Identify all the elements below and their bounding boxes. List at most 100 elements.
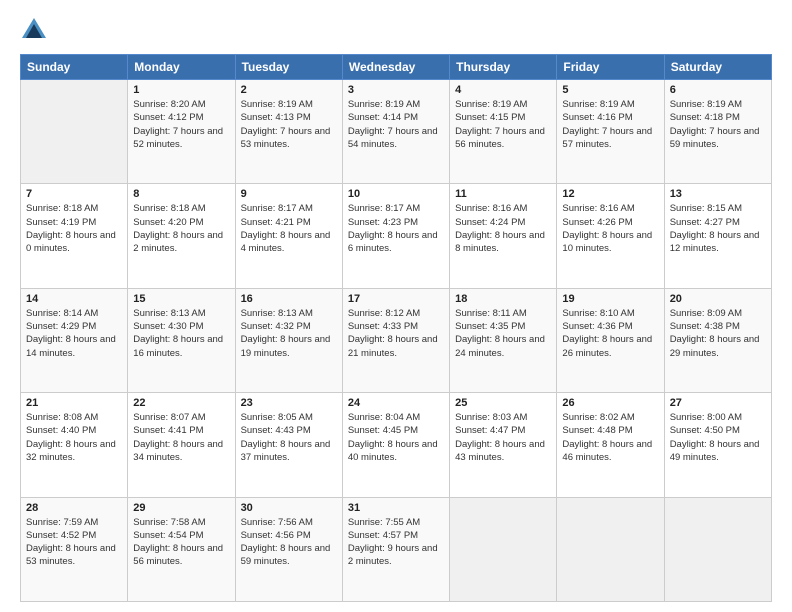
cell-info: Sunrise: 8:12 AM Sunset: 4:33 PM Dayligh… xyxy=(348,307,444,360)
sunset-text: Sunset: 4:41 PM xyxy=(133,424,229,437)
day-number: 26 xyxy=(562,397,658,409)
cell-info: Sunrise: 8:05 AM Sunset: 4:43 PM Dayligh… xyxy=(241,411,337,464)
cell-info: Sunrise: 7:59 AM Sunset: 4:52 PM Dayligh… xyxy=(26,516,122,569)
calendar-cell: 28 Sunrise: 7:59 AM Sunset: 4:52 PM Dayl… xyxy=(21,497,128,601)
cell-info: Sunrise: 8:00 AM Sunset: 4:50 PM Dayligh… xyxy=(670,411,766,464)
daylight-text: Daylight: 8 hours and 24 minutes. xyxy=(455,333,551,360)
sunset-text: Sunset: 4:32 PM xyxy=(241,320,337,333)
day-number: 3 xyxy=(348,84,444,96)
calendar-cell: 4 Sunrise: 8:19 AM Sunset: 4:15 PM Dayli… xyxy=(450,80,557,184)
sunset-text: Sunset: 4:47 PM xyxy=(455,424,551,437)
daylight-text: Daylight: 8 hours and 10 minutes. xyxy=(562,229,658,256)
sunrise-text: Sunrise: 8:15 AM xyxy=(670,202,766,215)
cell-info: Sunrise: 7:58 AM Sunset: 4:54 PM Dayligh… xyxy=(133,516,229,569)
calendar-week-3: 14 Sunrise: 8:14 AM Sunset: 4:29 PM Dayl… xyxy=(21,288,772,392)
day-number: 10 xyxy=(348,188,444,200)
cell-info: Sunrise: 8:16 AM Sunset: 4:24 PM Dayligh… xyxy=(455,202,551,255)
day-number: 24 xyxy=(348,397,444,409)
daylight-text: Daylight: 8 hours and 4 minutes. xyxy=(241,229,337,256)
day-number: 20 xyxy=(670,293,766,305)
sunrise-text: Sunrise: 8:13 AM xyxy=(241,307,337,320)
cell-info: Sunrise: 8:19 AM Sunset: 4:16 PM Dayligh… xyxy=(562,98,658,151)
calendar-cell: 12 Sunrise: 8:16 AM Sunset: 4:26 PM Dayl… xyxy=(557,184,664,288)
day-header-monday: Monday xyxy=(128,55,235,80)
sunrise-text: Sunrise: 8:00 AM xyxy=(670,411,766,424)
sunset-text: Sunset: 4:14 PM xyxy=(348,111,444,124)
sunset-text: Sunset: 4:57 PM xyxy=(348,529,444,542)
daylight-text: Daylight: 8 hours and 8 minutes. xyxy=(455,229,551,256)
calendar-cell: 27 Sunrise: 8:00 AM Sunset: 4:50 PM Dayl… xyxy=(664,393,771,497)
day-number: 12 xyxy=(562,188,658,200)
calendar-cell: 19 Sunrise: 8:10 AM Sunset: 4:36 PM Dayl… xyxy=(557,288,664,392)
cell-info: Sunrise: 8:08 AM Sunset: 4:40 PM Dayligh… xyxy=(26,411,122,464)
day-header-tuesday: Tuesday xyxy=(235,55,342,80)
day-number: 28 xyxy=(26,502,122,514)
daylight-text: Daylight: 8 hours and 0 minutes. xyxy=(26,229,122,256)
day-number: 16 xyxy=(241,293,337,305)
sunset-text: Sunset: 4:23 PM xyxy=(348,216,444,229)
daylight-text: Daylight: 7 hours and 56 minutes. xyxy=(455,125,551,152)
sunset-text: Sunset: 4:13 PM xyxy=(241,111,337,124)
calendar-cell: 29 Sunrise: 7:58 AM Sunset: 4:54 PM Dayl… xyxy=(128,497,235,601)
daylight-text: Daylight: 8 hours and 12 minutes. xyxy=(670,229,766,256)
calendar-cell: 8 Sunrise: 8:18 AM Sunset: 4:20 PM Dayli… xyxy=(128,184,235,288)
sunrise-text: Sunrise: 7:59 AM xyxy=(26,516,122,529)
sunrise-text: Sunrise: 8:16 AM xyxy=(562,202,658,215)
daylight-text: Daylight: 8 hours and 6 minutes. xyxy=(348,229,444,256)
sunrise-text: Sunrise: 8:19 AM xyxy=(241,98,337,111)
day-number: 9 xyxy=(241,188,337,200)
calendar-cell: 10 Sunrise: 8:17 AM Sunset: 4:23 PM Dayl… xyxy=(342,184,449,288)
day-header-friday: Friday xyxy=(557,55,664,80)
sunset-text: Sunset: 4:54 PM xyxy=(133,529,229,542)
day-number: 7 xyxy=(26,188,122,200)
daylight-text: Daylight: 8 hours and 49 minutes. xyxy=(670,438,766,465)
sunrise-text: Sunrise: 8:16 AM xyxy=(455,202,551,215)
daylight-text: Daylight: 8 hours and 26 minutes. xyxy=(562,333,658,360)
cell-info: Sunrise: 8:10 AM Sunset: 4:36 PM Dayligh… xyxy=(562,307,658,360)
daylight-text: Daylight: 8 hours and 32 minutes. xyxy=(26,438,122,465)
daylight-text: Daylight: 8 hours and 34 minutes. xyxy=(133,438,229,465)
sunset-text: Sunset: 4:26 PM xyxy=(562,216,658,229)
day-number: 4 xyxy=(455,84,551,96)
sunset-text: Sunset: 4:36 PM xyxy=(562,320,658,333)
cell-info: Sunrise: 8:17 AM Sunset: 4:21 PM Dayligh… xyxy=(241,202,337,255)
cell-info: Sunrise: 8:11 AM Sunset: 4:35 PM Dayligh… xyxy=(455,307,551,360)
calendar-table: SundayMondayTuesdayWednesdayThursdayFrid… xyxy=(20,54,772,602)
sunrise-text: Sunrise: 8:05 AM xyxy=(241,411,337,424)
sunrise-text: Sunrise: 8:19 AM xyxy=(348,98,444,111)
sunrise-text: Sunrise: 8:07 AM xyxy=(133,411,229,424)
sunrise-text: Sunrise: 7:58 AM xyxy=(133,516,229,529)
daylight-text: Daylight: 8 hours and 53 minutes. xyxy=(26,542,122,569)
sunset-text: Sunset: 4:20 PM xyxy=(133,216,229,229)
sunrise-text: Sunrise: 8:18 AM xyxy=(26,202,122,215)
cell-info: Sunrise: 8:04 AM Sunset: 4:45 PM Dayligh… xyxy=(348,411,444,464)
calendar-cell: 1 Sunrise: 8:20 AM Sunset: 4:12 PM Dayli… xyxy=(128,80,235,184)
sunrise-text: Sunrise: 8:19 AM xyxy=(562,98,658,111)
daylight-text: Daylight: 8 hours and 37 minutes. xyxy=(241,438,337,465)
sunset-text: Sunset: 4:35 PM xyxy=(455,320,551,333)
calendar-cell: 30 Sunrise: 7:56 AM Sunset: 4:56 PM Dayl… xyxy=(235,497,342,601)
calendar-cell: 25 Sunrise: 8:03 AM Sunset: 4:47 PM Dayl… xyxy=(450,393,557,497)
day-number: 6 xyxy=(670,84,766,96)
sunset-text: Sunset: 4:15 PM xyxy=(455,111,551,124)
logo-icon xyxy=(20,16,48,44)
sunrise-text: Sunrise: 8:17 AM xyxy=(348,202,444,215)
sunrise-text: Sunrise: 8:02 AM xyxy=(562,411,658,424)
calendar-cell: 31 Sunrise: 7:55 AM Sunset: 4:57 PM Dayl… xyxy=(342,497,449,601)
daylight-text: Daylight: 8 hours and 59 minutes. xyxy=(241,542,337,569)
sunrise-text: Sunrise: 8:12 AM xyxy=(348,307,444,320)
daylight-text: Daylight: 7 hours and 57 minutes. xyxy=(562,125,658,152)
day-number: 30 xyxy=(241,502,337,514)
day-number: 22 xyxy=(133,397,229,409)
cell-info: Sunrise: 8:18 AM Sunset: 4:19 PM Dayligh… xyxy=(26,202,122,255)
daylight-text: Daylight: 8 hours and 14 minutes. xyxy=(26,333,122,360)
calendar-cell: 7 Sunrise: 8:18 AM Sunset: 4:19 PM Dayli… xyxy=(21,184,128,288)
calendar-week-4: 21 Sunrise: 8:08 AM Sunset: 4:40 PM Dayl… xyxy=(21,393,772,497)
calendar-cell: 21 Sunrise: 8:08 AM Sunset: 4:40 PM Dayl… xyxy=(21,393,128,497)
sunset-text: Sunset: 4:40 PM xyxy=(26,424,122,437)
cell-info: Sunrise: 8:15 AM Sunset: 4:27 PM Dayligh… xyxy=(670,202,766,255)
sunrise-text: Sunrise: 8:04 AM xyxy=(348,411,444,424)
sunset-text: Sunset: 4:12 PM xyxy=(133,111,229,124)
cell-info: Sunrise: 8:18 AM Sunset: 4:20 PM Dayligh… xyxy=(133,202,229,255)
day-number: 13 xyxy=(670,188,766,200)
